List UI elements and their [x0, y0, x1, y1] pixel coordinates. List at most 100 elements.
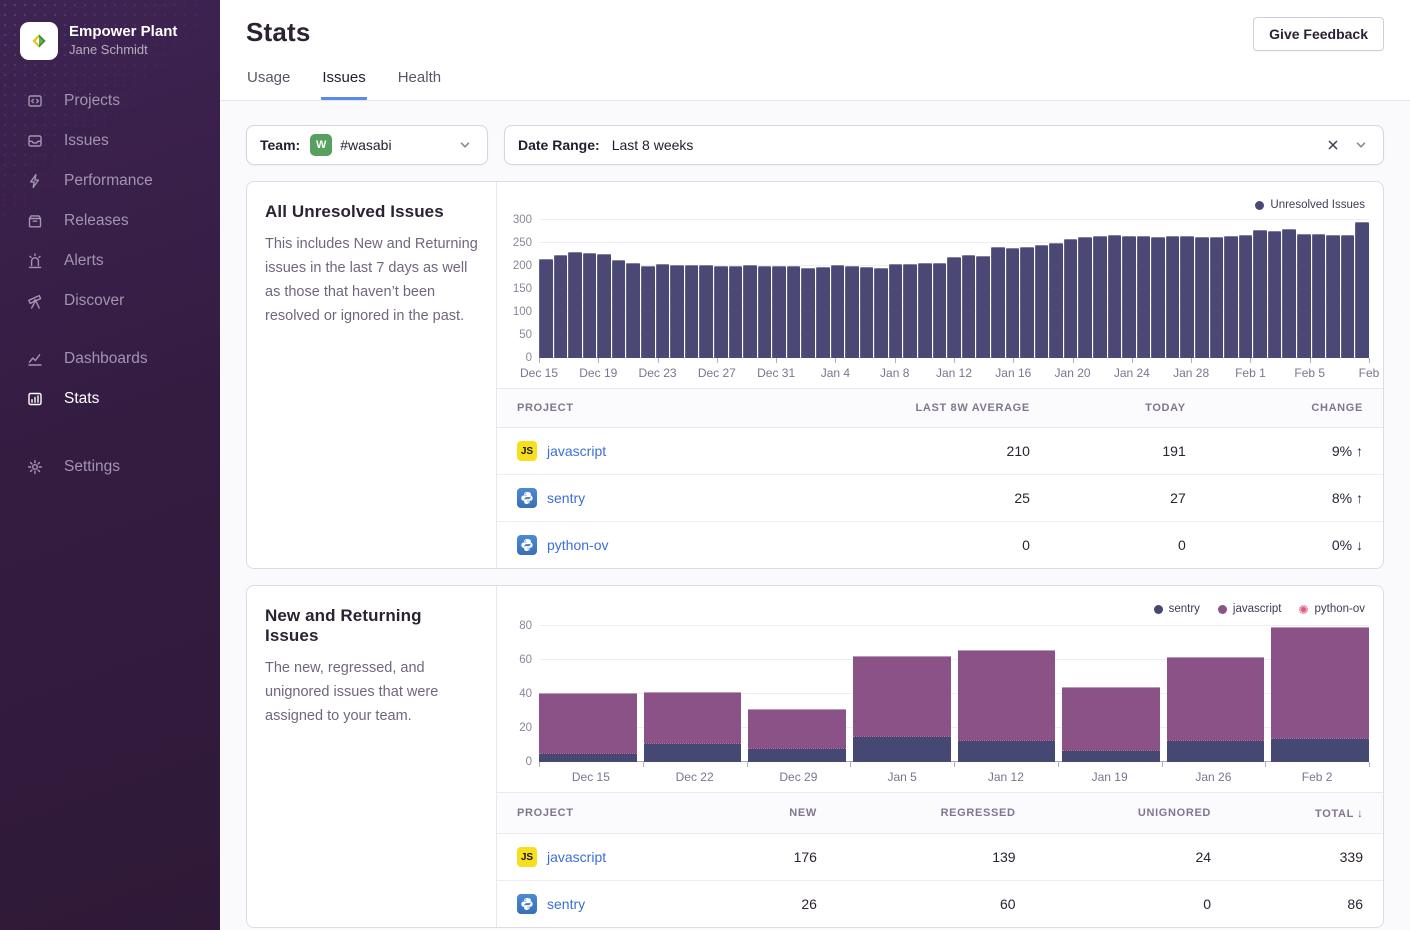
table-row-python-ov: python-ov000% ↓: [497, 522, 1383, 569]
stacked-bar-feb-2: [1271, 627, 1369, 762]
legend-item-sentry[interactable]: sentry: [1154, 603, 1200, 615]
sidebar-item-stats[interactable]: Stats: [0, 384, 220, 414]
tab-issues[interactable]: Issues: [321, 65, 366, 100]
bar: [772, 266, 786, 358]
stacked-bar-jan-5: [853, 656, 951, 762]
segment-sentry: [644, 743, 742, 762]
bar: [1006, 248, 1020, 358]
tab-usage[interactable]: Usage: [246, 65, 291, 100]
bar: [597, 254, 611, 358]
x-axis-label: Dec 15: [572, 770, 610, 784]
table-cell: 86: [1231, 881, 1383, 928]
python-platform-icon: [517, 894, 537, 914]
project-link-python-ov[interactable]: python-ov: [547, 537, 608, 553]
project-link-sentry[interactable]: sentry: [547, 490, 585, 506]
legend-item-unresolved-issues[interactable]: Unresolved Issues: [1255, 199, 1365, 211]
table-row-sentry: sentry2660086: [497, 881, 1383, 928]
column-header-today[interactable]: TODAY: [1050, 389, 1206, 428]
project-link-sentry[interactable]: sentry: [547, 896, 585, 912]
bar: [1049, 243, 1063, 358]
python-platform-icon: [517, 488, 537, 508]
table-cell: 139: [837, 834, 1036, 881]
bar: [568, 252, 582, 358]
date-range-value: Last 8 weeks: [612, 137, 694, 153]
x-axis-label: Dec 27: [698, 366, 736, 380]
bar: [1078, 237, 1092, 358]
segment-javascript: [958, 650, 1056, 740]
project-link-javascript[interactable]: javascript: [547, 849, 606, 865]
bar: [816, 267, 830, 358]
panel-summary: New and Returning Issues The new, regres…: [247, 586, 497, 927]
sidebar-item-releases[interactable]: Releases: [0, 206, 220, 236]
column-header-project[interactable]: PROJECT: [497, 793, 720, 834]
sidebar-item-discover[interactable]: Discover: [0, 286, 220, 316]
stacked-bar-series: [539, 622, 1369, 762]
discover-icon: [26, 292, 44, 310]
sidebar-item-alerts[interactable]: Alerts: [0, 246, 220, 276]
stacked-bar-dec-22: [644, 692, 742, 762]
sidebar-item-settings[interactable]: Settings: [0, 452, 220, 482]
bar: [656, 264, 670, 358]
segment-sentry: [1062, 750, 1160, 762]
column-header-total[interactable]: TOTAL↓: [1231, 793, 1383, 834]
sidebar-nav: Projects Issues Performance Releases Alerts D…: [0, 86, 220, 482]
unresolved-issues-table: PROJECTLAST 8W AVERAGETODAYCHANGE JSjava…: [497, 388, 1383, 568]
table-cell: 24: [1036, 834, 1231, 881]
main-content: Stats Give Feedback UsageIssuesHealth Te…: [220, 0, 1410, 930]
table-cell: 210: [751, 428, 1050, 475]
team-filter[interactable]: Team: W #wasabi: [246, 125, 488, 165]
column-header-change[interactable]: CHANGE: [1206, 389, 1383, 428]
column-header-unignored[interactable]: UNIGNORED: [1036, 793, 1231, 834]
bar: [714, 266, 728, 358]
legend-item-javascript[interactable]: javascript: [1218, 603, 1282, 615]
table-cell: 25: [751, 475, 1050, 522]
sidebar-item-issues[interactable]: Issues: [0, 126, 220, 156]
x-axis-label: Jan 4: [821, 366, 850, 380]
segment-sentry: [853, 736, 951, 762]
table-row-sentry: sentry25278% ↑: [497, 475, 1383, 522]
org-name: Empower Plant: [69, 23, 177, 42]
column-header-new[interactable]: NEW: [720, 793, 837, 834]
segment-sentry: [748, 748, 846, 762]
sidebar-item-dashboards[interactable]: Dashboards: [0, 344, 220, 374]
chevron-down-icon[interactable]: [1352, 136, 1370, 154]
sidebar-item-label: Settings: [64, 458, 120, 476]
date-range-filter[interactable]: Date Range: Last 8 weeks: [504, 125, 1384, 165]
project-link-javascript[interactable]: javascript: [547, 443, 606, 459]
org-switcher[interactable]: Empower Plant Jane Schmidt: [0, 0, 220, 60]
alerts-icon: [26, 252, 44, 270]
chevron-down-icon[interactable]: [456, 136, 474, 154]
column-header-last-8w-average[interactable]: LAST 8W AVERAGE: [751, 389, 1050, 428]
bar: [743, 265, 757, 358]
give-feedback-button[interactable]: Give Feedback: [1253, 17, 1384, 51]
table-cell: 0: [1050, 522, 1206, 569]
chart-legend: Unresolved Issues: [505, 194, 1369, 216]
column-header-regressed[interactable]: REGRESSED: [837, 793, 1036, 834]
bar: [1166, 236, 1180, 358]
panel-summary: All Unresolved Issues This includes New …: [247, 182, 497, 568]
sidebar-item-performance[interactable]: Performance: [0, 166, 220, 196]
legend-item-python-ov[interactable]: python-ov: [1299, 603, 1365, 615]
x-axis-label: Jan 28: [1173, 366, 1209, 380]
bar: [1122, 236, 1136, 358]
table-cell: 191: [1050, 428, 1206, 475]
chart-x-axis: Dec 15Dec 19Dec 23Dec 27Dec 31Jan 4Jan 8…: [539, 358, 1369, 388]
x-axis-label: Feb 2: [1302, 770, 1333, 784]
bar: [1151, 237, 1165, 358]
bar: [1035, 245, 1049, 358]
x-axis-label: Dec 15: [520, 366, 558, 380]
change-cell: 0% ↓: [1206, 522, 1383, 569]
tab-health[interactable]: Health: [397, 65, 442, 100]
bar: [976, 256, 990, 358]
clear-icon[interactable]: [1324, 136, 1342, 154]
x-axis-label: Jan 16: [995, 366, 1031, 380]
segment-javascript: [1271, 627, 1369, 738]
column-header-project[interactable]: PROJECT: [497, 389, 751, 428]
bar: [933, 263, 947, 358]
segment-sentry: [1167, 740, 1265, 762]
sidebar-item-label: Projects: [64, 92, 120, 110]
bar: [1239, 235, 1253, 358]
bar: [845, 266, 859, 358]
bar: [1224, 236, 1238, 358]
sidebar-item-projects[interactable]: Projects: [0, 86, 220, 116]
